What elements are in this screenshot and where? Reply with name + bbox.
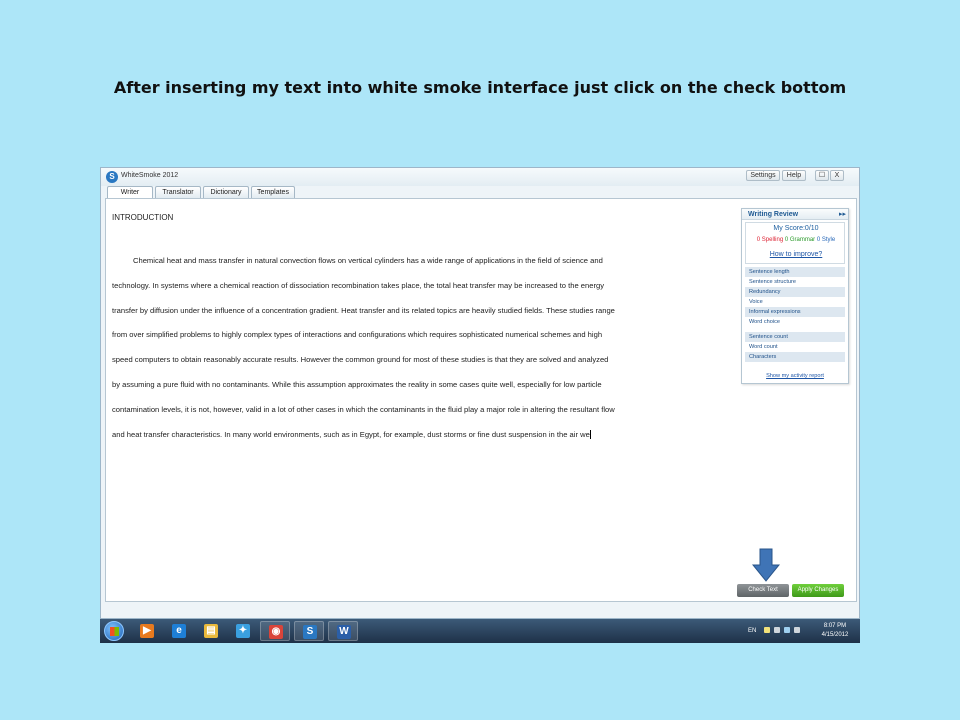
spelling-count[interactable]: 0 Spelling [757, 237, 783, 243]
taskbar-messenger[interactable]: ✦ [228, 621, 258, 641]
settings-button[interactable]: Settings [746, 170, 780, 181]
taskbar-chrome[interactable]: ◉ [260, 621, 290, 641]
taskbar-explorer[interactable]: ▤ [196, 621, 226, 641]
help-button[interactable]: Help [782, 170, 806, 181]
text-line: from over simplified problems to highly … [112, 330, 603, 340]
how-to-improve-link[interactable]: How to improve? [746, 251, 846, 258]
flag-icon[interactable] [774, 627, 780, 633]
windows-logo-icon [110, 627, 119, 636]
editor-text[interactable]: INTRODUCTION Chemical heat and mass tran… [112, 213, 712, 454]
check-text-button[interactable]: Check Text [737, 584, 789, 597]
grammar-count[interactable]: 0 Grammar [785, 237, 815, 243]
taskbar-internet-explorer[interactable]: e [164, 621, 194, 641]
review-item-word-choice[interactable]: Word choice [745, 317, 845, 327]
title-bar: S WhiteSmoke 2012 Settings Help ☐ X [101, 168, 859, 186]
taskbar-whitesmoke[interactable]: S [294, 621, 324, 641]
slide-title: After inserting my text into white smoke… [113, 78, 847, 97]
whitesmoke-logo-icon: S [106, 171, 118, 183]
stat-sentence-count[interactable]: Sentence count [745, 332, 845, 342]
taskbar-word[interactable]: W [328, 621, 358, 641]
clock[interactable]: 8:07 PM 4/15/2012 [812, 622, 858, 640]
chrome-icon: ◉ [269, 625, 283, 639]
document-heading: INTRODUCTION [112, 213, 174, 222]
text-line: Chemical heat and mass transfer in natur… [133, 256, 603, 265]
style-count[interactable]: 0 Style [817, 237, 835, 243]
tab-translator[interactable]: Translator [155, 186, 201, 198]
text-line: by assuming a pure fluid with no contami… [112, 379, 602, 389]
stat-word-count[interactable]: Word count [745, 342, 845, 352]
text-line: and heat transfer characteristics. In ma… [112, 429, 590, 439]
whitesmoke-screenshot: S WhiteSmoke 2012 Settings Help ☐ X Writ… [100, 167, 860, 643]
system-tray [764, 627, 804, 635]
review-item-sentence-structure[interactable]: Sentence structure [745, 277, 845, 287]
volume-icon[interactable] [794, 627, 800, 633]
windows-taskbar: ▶ e ▤ ✦ ◉ S W EN 8:07 PM 4/15/2012 [100, 619, 860, 643]
stat-characters[interactable]: Characters [745, 352, 845, 362]
apply-changes-button[interactable]: Apply Changes [792, 584, 844, 597]
text-line: transfer by diffusion under the influenc… [112, 305, 615, 315]
restore-button[interactable]: ☐ [815, 170, 829, 181]
my-score: My Score:0/10 [773, 225, 819, 232]
review-item-sentence-length[interactable]: Sentence length [745, 267, 845, 277]
notification-icon[interactable] [764, 627, 770, 633]
activity-report-link[interactable]: Show my activity report [742, 373, 848, 379]
whitesmoke-icon: S [303, 625, 317, 639]
score-box: My Score:0/10 0 Spelling 0 Grammar 0 Sty… [745, 222, 845, 264]
review-title: Writing Review [748, 211, 799, 218]
network-icon[interactable] [784, 627, 790, 633]
text-caret [589, 429, 591, 439]
collapse-panel-icon[interactable]: ▸▸ [839, 210, 846, 218]
review-item-voice[interactable]: Voice [745, 297, 845, 307]
messenger-icon: ✦ [236, 624, 250, 638]
clock-date: 4/15/2012 [821, 632, 849, 638]
clock-time: 8:07 PM [823, 623, 847, 629]
text-line: speed computers to obtain reasonably acc… [112, 355, 609, 365]
internet-explorer-icon: e [172, 624, 186, 638]
close-button[interactable]: X [830, 170, 844, 181]
start-button[interactable] [104, 621, 124, 641]
writing-review-panel: Writing Review ▸▸ My Score:0/10 0 Spelli… [741, 208, 849, 384]
text-line: technology. In systems where a chemical … [112, 280, 605, 290]
review-item-redundancy[interactable]: Redundancy [745, 287, 845, 297]
folder-icon: ▤ [204, 624, 218, 638]
tab-templates[interactable]: Templates [251, 186, 295, 198]
word-icon: W [337, 625, 351, 639]
media-player-icon: ▶ [140, 624, 154, 638]
language-indicator[interactable]: EN [748, 628, 756, 634]
writer-editor[interactable]: INTRODUCTION Chemical heat and mass tran… [105, 198, 857, 602]
review-list: Sentence length Sentence structure Redun… [745, 267, 845, 362]
issue-counts: 0 Spelling 0 Grammar 0 Style [746, 237, 846, 243]
review-header: Writing Review ▸▸ [742, 209, 848, 220]
down-arrow-icon [752, 548, 780, 582]
text-line-last: and heat transfer characteristics. In ma… [112, 429, 712, 455]
tab-dictionary[interactable]: Dictionary [203, 186, 249, 198]
taskbar-media-player[interactable]: ▶ [132, 621, 162, 641]
window-title: WhiteSmoke 2012 [121, 172, 179, 179]
text-line: contamination levels, it is not, however… [112, 404, 615, 414]
review-item-informal-expressions[interactable]: Informal expressions [745, 307, 845, 317]
whitesmoke-window: S WhiteSmoke 2012 Settings Help ☐ X Writ… [100, 167, 860, 619]
